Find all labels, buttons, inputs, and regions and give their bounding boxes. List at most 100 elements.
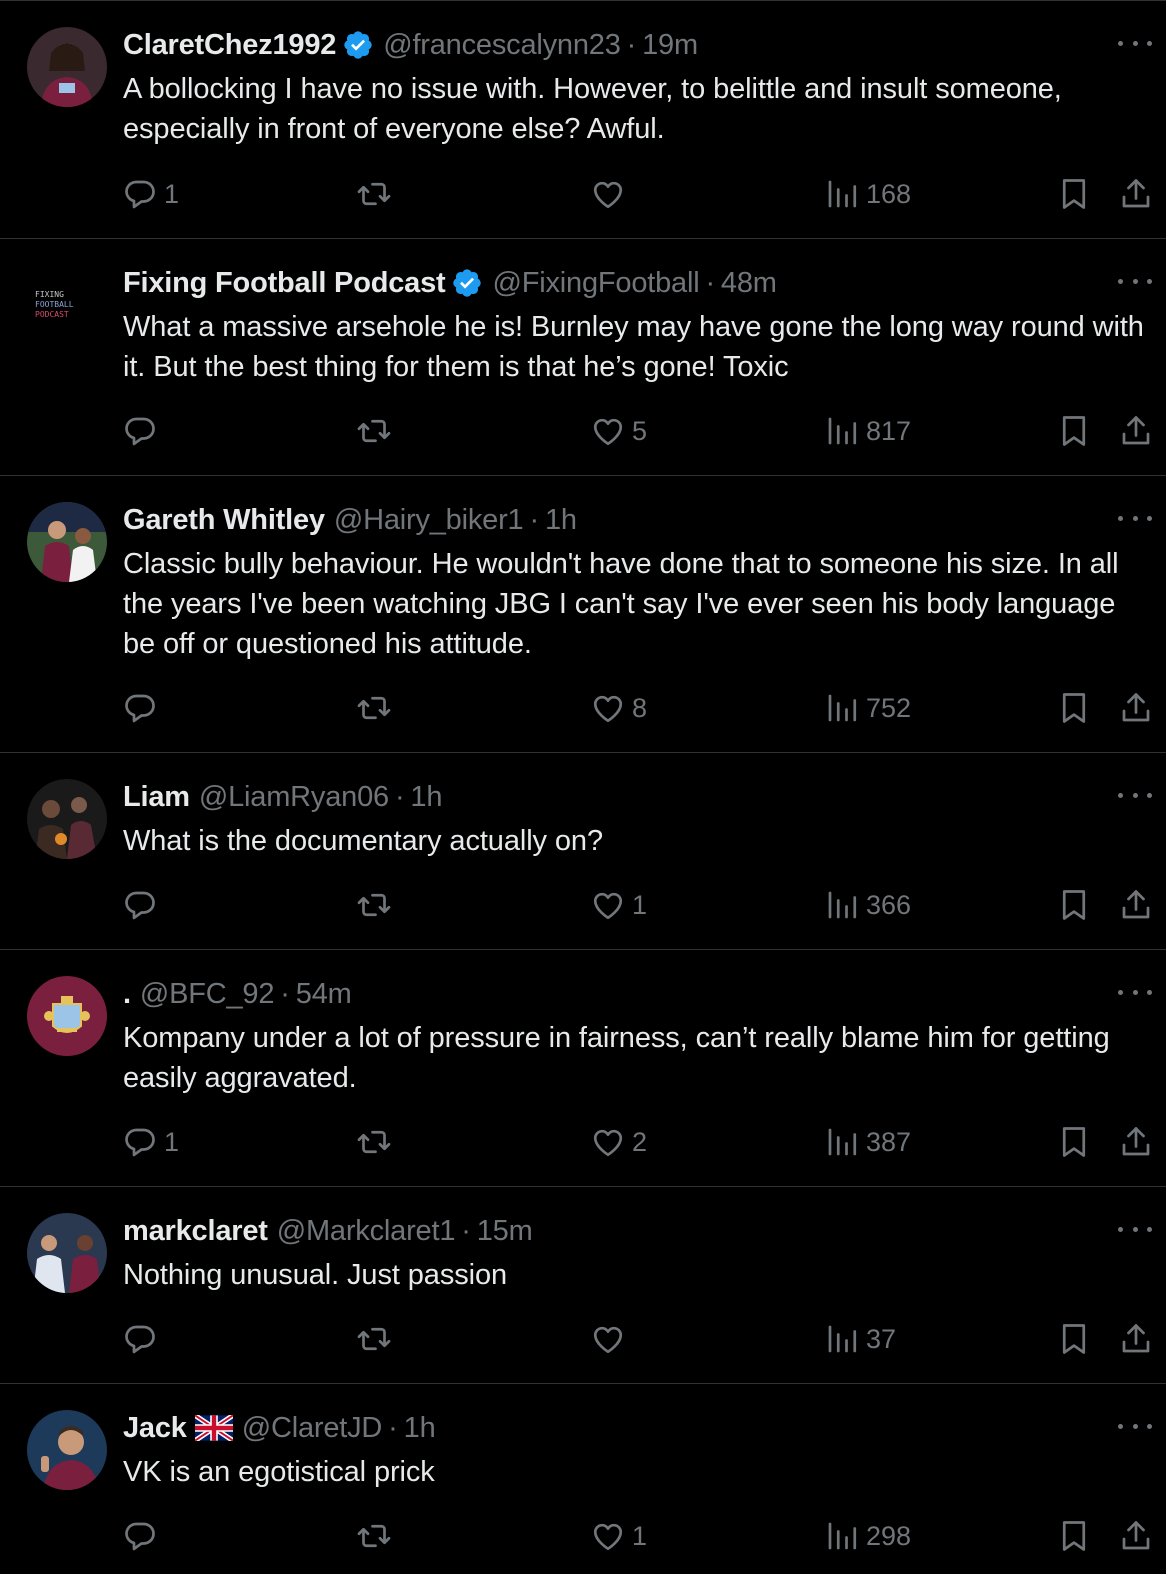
views-icon — [828, 1128, 857, 1156]
views-icon — [828, 180, 857, 208]
timestamp[interactable]: 1h — [545, 504, 577, 537]
avatar[interactable] — [27, 1410, 107, 1490]
tweet[interactable]: ClaretChez1992 @francescalynn23 · 19m A … — [0, 0, 1166, 239]
reply-icon — [125, 417, 155, 446]
like-button[interactable]: 8 — [590, 684, 647, 732]
like-button[interactable] — [590, 1315, 632, 1363]
like-button[interactable]: 1 — [590, 881, 647, 929]
like-button[interactable]: 5 — [590, 407, 647, 455]
reply-button[interactable] — [122, 1315, 164, 1363]
retweet-button[interactable] — [356, 170, 398, 218]
avatar[interactable] — [27, 27, 107, 107]
bookmark-button[interactable] — [1056, 170, 1092, 218]
more-icon[interactable] — [1118, 1414, 1152, 1438]
reply-button[interactable] — [122, 407, 164, 455]
retweet-button[interactable] — [356, 684, 398, 732]
share-button[interactable] — [1118, 1118, 1154, 1166]
display-name[interactable]: Jack — [123, 1412, 187, 1445]
timestamp[interactable]: 1h — [404, 1412, 436, 1445]
views-button[interactable]: 168 — [824, 170, 911, 218]
more-icon[interactable] — [1118, 506, 1152, 530]
retweet-icon — [357, 1130, 391, 1154]
reply-button[interactable] — [122, 1512, 164, 1560]
bookmark-button[interactable] — [1056, 881, 1092, 929]
timestamp[interactable]: 15m — [477, 1215, 533, 1248]
timestamp[interactable]: 48m — [721, 267, 777, 300]
reply-button[interactable]: 1 — [122, 1118, 179, 1166]
views-button[interactable]: 752 — [824, 684, 911, 732]
tweet[interactable]: Gareth Whitley @Hairy_biker1 · 1h Classi… — [0, 475, 1166, 753]
display-name[interactable]: . — [123, 978, 131, 1011]
share-button[interactable] — [1118, 684, 1154, 732]
display-name[interactable]: ClaretChez1992 — [123, 29, 336, 62]
views-icon — [828, 1325, 857, 1353]
like-button[interactable]: 2 — [590, 1118, 647, 1166]
views-count: 168 — [866, 178, 912, 209]
display-name[interactable]: markclaret — [123, 1215, 268, 1248]
handle[interactable]: @FixingFootball — [492, 267, 699, 300]
more-icon[interactable] — [1118, 269, 1152, 293]
retweet-button[interactable] — [356, 1118, 398, 1166]
retweet-button[interactable] — [356, 407, 398, 455]
bookmark-icon — [1062, 1521, 1086, 1551]
avatar[interactable] — [27, 779, 107, 859]
views-button[interactable]: 298 — [824, 1512, 911, 1560]
reply-button[interactable] — [122, 684, 164, 732]
views-button[interactable]: 387 — [824, 1118, 911, 1166]
share-icon — [1122, 1324, 1150, 1353]
bookmark-button[interactable] — [1056, 1512, 1092, 1560]
tweet-text: A bollocking I have no issue with. Howev… — [123, 73, 1062, 145]
bookmark-button[interactable] — [1056, 1118, 1092, 1166]
avatar[interactable] — [27, 976, 107, 1056]
share-button[interactable] — [1118, 1512, 1154, 1560]
more-icon[interactable] — [1118, 980, 1152, 1004]
views-button[interactable]: 366 — [824, 881, 911, 929]
like-button[interactable] — [590, 170, 632, 218]
separator: · — [705, 266, 715, 299]
timestamp[interactable]: 19m — [642, 29, 698, 62]
bookmark-button[interactable] — [1056, 684, 1092, 732]
reply-button[interactable] — [122, 881, 164, 929]
share-button[interactable] — [1118, 170, 1154, 218]
verified-badge-icon — [451, 267, 483, 299]
handle[interactable]: @BFC_92 — [140, 978, 275, 1011]
heart-icon — [593, 1129, 623, 1157]
handle[interactable]: @francescalynn23 — [383, 29, 621, 62]
tweet[interactable]: . @BFC_92 · 54m Kompany under a lot of p… — [0, 949, 1166, 1187]
timestamp[interactable]: 54m — [296, 978, 352, 1011]
like-count: 5 — [632, 415, 648, 446]
handle[interactable]: @Hairy_biker1 — [334, 504, 524, 537]
retweet-button[interactable] — [356, 1512, 398, 1560]
bookmark-button[interactable] — [1056, 407, 1092, 455]
display-name[interactable]: Liam — [123, 781, 190, 814]
share-button[interactable] — [1118, 1315, 1154, 1363]
heart-icon — [593, 1326, 623, 1354]
reply-button[interactable]: 1 — [122, 170, 179, 218]
like-button[interactable]: 1 — [590, 1512, 647, 1560]
tweet-text: Nothing unusual. Just passion — [123, 1259, 508, 1291]
avatar[interactable] — [27, 502, 107, 582]
avatar[interactable]: FIXING FOOTBALL PODCAST — [27, 265, 107, 345]
display-name[interactable]: Gareth Whitley — [123, 504, 325, 537]
views-icon — [828, 417, 857, 445]
more-icon[interactable] — [1118, 31, 1152, 55]
display-name[interactable]: Fixing Football Podcast — [123, 267, 446, 300]
retweet-button[interactable] — [356, 1315, 398, 1363]
handle[interactable]: @ClaretJD — [242, 1412, 383, 1445]
timestamp[interactable]: 1h — [410, 781, 442, 814]
avatar[interactable] — [27, 1213, 107, 1293]
share-button[interactable] — [1118, 407, 1154, 455]
tweet[interactable]: FIXING FOOTBALL PODCAST Fixing Football … — [0, 238, 1166, 476]
handle[interactable]: @Markclaret1 — [277, 1215, 456, 1248]
tweet[interactable]: Jack @ClaretJD · 1h VK is an egotistical… — [0, 1383, 1166, 1574]
more-icon[interactable] — [1118, 1217, 1152, 1241]
bookmark-button[interactable] — [1056, 1315, 1092, 1363]
share-button[interactable] — [1118, 881, 1154, 929]
views-button[interactable]: 817 — [824, 407, 911, 455]
retweet-button[interactable] — [356, 881, 398, 929]
more-icon[interactable] — [1118, 783, 1152, 807]
views-button[interactable]: 37 — [824, 1315, 896, 1363]
handle[interactable]: @LiamRyan06 — [199, 781, 389, 814]
tweet[interactable]: Liam @LiamRyan06 · 1h What is the docume… — [0, 752, 1166, 950]
tweet[interactable]: markclaret @Markclaret1 · 15m Nothing un… — [0, 1186, 1166, 1384]
